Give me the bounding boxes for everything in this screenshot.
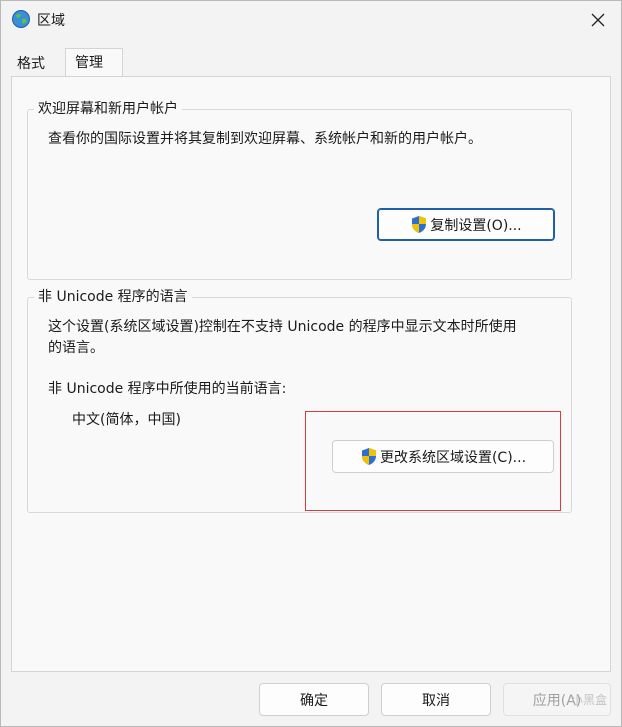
copy-settings-label: 复制设置(O)... — [430, 217, 522, 234]
red-highlight-box — [305, 411, 561, 511]
current-language-label: 非 Unicode 程序中所使用的当前语言: — [48, 381, 287, 397]
uac-shield-icon — [412, 216, 427, 233]
title-bar: 区域 — [1, 1, 621, 39]
globe-icon — [12, 10, 30, 28]
ok-button[interactable]: 确定 — [259, 683, 369, 716]
tab-administrative[interactable]: 管理 — [65, 48, 123, 77]
copy-settings-button[interactable]: 复制设置(O)... — [377, 208, 555, 241]
unicode-description-line2: 的语言。 — [48, 340, 104, 356]
cancel-button[interactable]: 取消 — [381, 683, 491, 716]
window-title: 区域 — [37, 13, 65, 29]
watermark: 小黑盒 — [570, 693, 607, 707]
welcome-description: 查看你的国际设置并将其复制到欢迎屏幕、系统帐户和新的用户帐户。 — [48, 131, 482, 147]
close-button[interactable] — [585, 7, 611, 33]
group-title: 欢迎屏幕和新用户帐户 — [34, 98, 182, 118]
tab-panel: 欢迎屏幕和新用户帐户 查看你的国际设置并将其复制到欢迎屏幕、系统帐户和新的用户帐… — [11, 76, 611, 672]
close-icon — [591, 13, 605, 27]
welcome-screen-group: 欢迎屏幕和新用户帐户 查看你的国际设置并将其复制到欢迎屏幕、系统帐户和新的用户帐… — [27, 98, 572, 280]
group-title: 非 Unicode 程序的语言 — [34, 286, 192, 306]
current-language-value: 中文(简体，中国) — [72, 412, 181, 428]
unicode-description-line1: 这个设置(系统区域设置)控制在不支持 Unicode 的程序中显示文本时所使用 — [48, 319, 517, 335]
tab-format[interactable]: 格式 — [11, 52, 65, 77]
region-dialog: 区域 格式 管理 欢迎屏幕和新用户帐户 查看你的国际设置并将其复制到欢迎屏幕、系… — [0, 0, 622, 727]
